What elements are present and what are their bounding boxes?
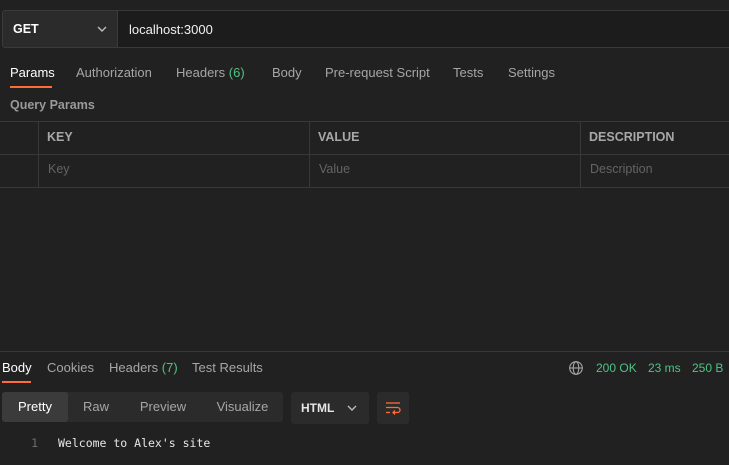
value-input[interactable]: Value (319, 162, 574, 176)
column-header-value: VALUE (318, 130, 360, 144)
tab-authorization-label: Authorization (76, 65, 152, 80)
response-tab-cookies-label: Cookies (47, 360, 94, 375)
tab-settings-label: Settings (508, 65, 555, 80)
tab-params-label: Params (10, 65, 55, 80)
tab-headers-label: Headers (176, 65, 226, 80)
active-tab-indicator (10, 86, 52, 88)
line-number: 1 (31, 436, 38, 450)
response-tab-headers[interactable]: Headers (7) (109, 360, 178, 375)
response-body-line[interactable]: Welcome to Alex's site (58, 436, 210, 450)
column-header-description: DESCRIPTION (589, 130, 675, 144)
view-mode-visualize[interactable]: Visualize (202, 392, 283, 422)
status-code[interactable]: 200 OK (596, 361, 637, 375)
tab-settings[interactable]: Settings (508, 65, 555, 80)
tab-authorization[interactable]: Authorization (76, 65, 152, 80)
response-tab-headers-label: Headers (109, 360, 159, 375)
url-input[interactable]: localhost:3000 (118, 10, 729, 48)
response-headers-count: (7) (161, 360, 178, 375)
chevron-down-icon (97, 26, 107, 32)
method-value: GET (13, 22, 39, 36)
tab-body[interactable]: Body (272, 65, 302, 80)
response-divider[interactable] (0, 351, 729, 352)
method-select[interactable]: GET (2, 10, 118, 48)
wrap-lines-icon (386, 402, 401, 415)
format-value: HTML (301, 401, 335, 415)
column-header-key: KEY (47, 130, 73, 144)
response-size[interactable]: 250 B (692, 361, 723, 375)
response-tab-cookies[interactable]: Cookies (47, 360, 94, 375)
view-mode-raw[interactable]: Raw (68, 392, 124, 422)
view-mode-pretty[interactable]: Pretty (2, 392, 68, 422)
response-active-tab-indicator (2, 381, 31, 383)
query-params-label: Query Params (10, 98, 95, 112)
response-tab-body[interactable]: Body (2, 360, 32, 375)
table-border-bottom (0, 187, 729, 188)
table-divider (309, 121, 310, 187)
table-divider (38, 121, 39, 187)
response-tab-test-results-label: Test Results (192, 360, 263, 375)
response-tab-body-label: Body (2, 360, 32, 375)
description-input[interactable]: Description (590, 162, 725, 176)
table-border-mid (0, 154, 729, 155)
tab-body-label: Body (272, 65, 302, 80)
headers-count: (6) (228, 65, 245, 80)
tab-pre-request-script[interactable]: Pre-request Script (325, 65, 430, 80)
globe-icon[interactable] (568, 360, 584, 376)
tab-params[interactable]: Params (10, 65, 55, 80)
response-tab-test-results[interactable]: Test Results (192, 360, 263, 375)
tab-tests-label: Tests (453, 65, 484, 80)
response-time[interactable]: 23 ms (648, 361, 681, 375)
format-select[interactable]: HTML (291, 392, 369, 424)
table-divider (580, 121, 581, 187)
url-value: localhost:3000 (129, 21, 213, 37)
chevron-down-icon (347, 405, 357, 411)
wrap-lines-button[interactable] (377, 392, 409, 424)
tab-headers[interactable]: Headers (6) (176, 65, 245, 80)
table-border-top (0, 121, 729, 122)
key-input[interactable]: Key (48, 162, 303, 176)
view-mode-preview[interactable]: Preview (124, 392, 202, 422)
tab-pre-request-script-label: Pre-request Script (325, 65, 430, 80)
tab-tests[interactable]: Tests (453, 65, 483, 80)
